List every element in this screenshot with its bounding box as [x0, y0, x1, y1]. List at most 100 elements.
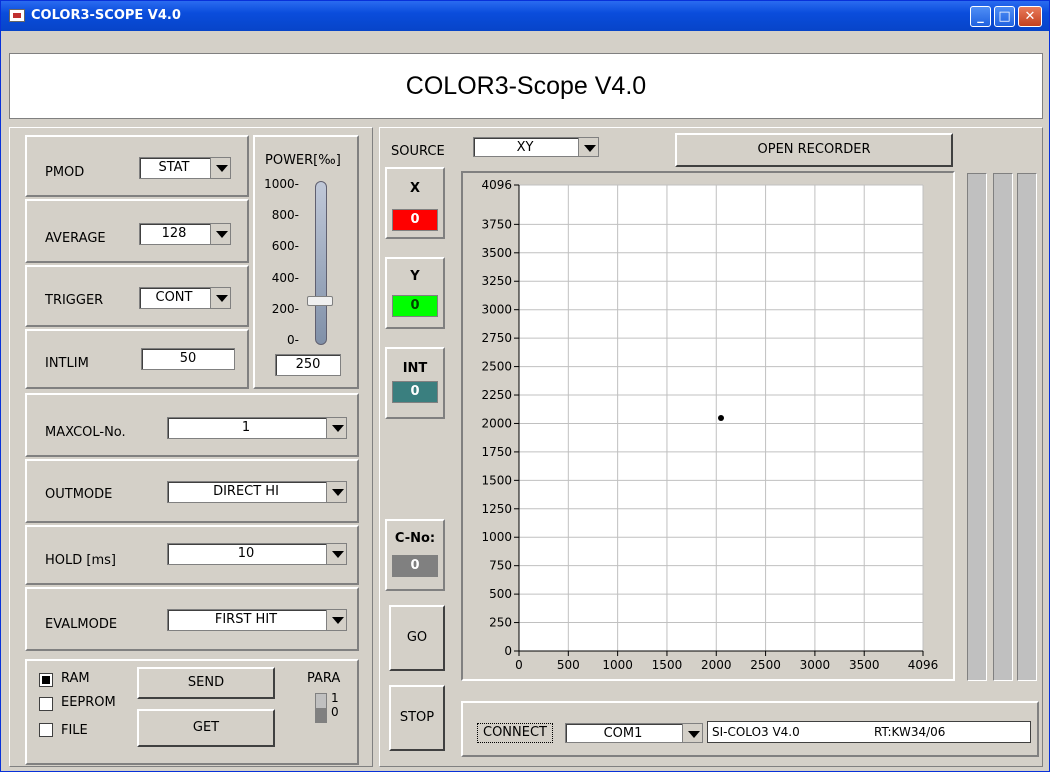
y-tick-label: 1750: [481, 445, 512, 459]
open-recorder-button[interactable]: OPEN RECORDER: [675, 133, 953, 167]
x-tick-label: 1500: [652, 658, 683, 672]
int-value: 0: [392, 381, 438, 403]
y-tick-label: 2500: [481, 360, 512, 374]
chevron-down-icon: [326, 418, 346, 438]
y-tick-label: 1000: [481, 530, 512, 544]
outmode-label: OUTMODE: [45, 487, 113, 502]
para-label: PARA: [307, 671, 341, 686]
status-rt: RT:KW34/06: [874, 725, 946, 739]
x-tick-label: 3500: [849, 658, 880, 672]
y-tick-label: 500: [489, 587, 512, 601]
int-label: INT: [402, 361, 428, 376]
chevron-down-icon: [210, 288, 230, 308]
x-tick-label: 3000: [800, 658, 831, 672]
maxcol-group: MAXCOL-No. 1: [25, 393, 359, 457]
file-label: FILE: [61, 723, 88, 738]
chevron-down-icon: [210, 158, 230, 178]
trigger-select[interactable]: CONT: [139, 287, 231, 309]
y-tick-label: 2000: [481, 416, 512, 430]
title-bar: COLOR3-SCOPE V4.0 _ □ ✕: [1, 1, 1049, 31]
power-tick-label: 600-: [271, 239, 299, 254]
level-bar-1: [967, 173, 987, 681]
ram-label: RAM: [61, 671, 90, 686]
para-switch[interactable]: [315, 693, 327, 723]
status-device: SI-COLO3 V4.0: [712, 725, 800, 739]
x-value: 0: [392, 209, 438, 231]
maximize-button[interactable]: □: [994, 6, 1015, 27]
send-button[interactable]: SEND: [137, 667, 275, 699]
x-tick-label: 4096: [908, 658, 939, 672]
int-readout-group: INT 0: [385, 347, 445, 419]
chevron-down-icon: [682, 724, 702, 742]
y-tick-label: 1500: [481, 473, 512, 487]
intlim-input[interactable]: 50: [141, 348, 235, 370]
ram-radio[interactable]: [39, 673, 53, 687]
y-label: Y: [410, 269, 420, 284]
eeprom-radio[interactable]: [39, 697, 53, 711]
y-tick-label: 3000: [481, 303, 512, 317]
evalmode-group: EVALMODE FIRST HIT: [25, 587, 359, 651]
pmod-select[interactable]: STAT: [139, 157, 231, 179]
eeprom-label: EEPROM: [61, 695, 116, 710]
chevron-down-icon: [578, 138, 598, 156]
hold-label: HOLD [ms]: [45, 553, 116, 568]
trigger-group: TRIGGER CONT: [25, 265, 249, 327]
outmode-select[interactable]: DIRECT HI: [167, 481, 347, 503]
power-value[interactable]: 250: [275, 354, 341, 376]
intlim-group: INTLIM 50: [25, 329, 249, 389]
average-group: AVERAGE 128: [25, 199, 249, 263]
stop-button[interactable]: STOP: [389, 685, 445, 751]
source-label: SOURCE: [391, 144, 445, 159]
average-select[interactable]: 128: [139, 223, 231, 245]
x-tick-label: 1000: [602, 658, 633, 672]
y-tick-label: 3250: [481, 274, 512, 288]
cno-value: 0: [392, 555, 438, 577]
connect-button[interactable]: CONNECT: [477, 723, 553, 743]
y-value: 0: [392, 295, 438, 317]
app-window: COLOR3-SCOPE V4.0 _ □ ✕ COLOR3-Scope V4.…: [0, 0, 1050, 772]
app-icon: [9, 9, 25, 22]
minimize-button[interactable]: _: [970, 6, 991, 27]
close-button[interactable]: ✕: [1018, 6, 1042, 27]
chevron-down-icon: [210, 224, 230, 244]
source-select[interactable]: XY: [473, 137, 599, 157]
connect-group: CONNECT COM1 SI-COLO3 V4.0 RT:KW34/06: [461, 701, 1039, 757]
maxcol-label: MAXCOL-No.: [45, 425, 126, 440]
file-radio[interactable]: [39, 723, 53, 737]
hold-select[interactable]: 10: [167, 543, 347, 565]
para-1-label: 1: [331, 691, 339, 705]
power-tick-label: 0-: [287, 333, 299, 347]
power-slider-track[interactable]: [315, 181, 327, 345]
xy-chart: 0 500 1000 1500 2000 2500 3000 3500 409640963750…: [481, 178, 939, 672]
evalmode-select[interactable]: FIRST HIT: [167, 609, 347, 631]
trigger-label: TRIGGER: [45, 293, 104, 308]
level-bar-3: [1017, 173, 1037, 681]
power-label: POWER[‰]: [265, 153, 341, 168]
get-button[interactable]: GET: [137, 709, 275, 747]
cno-readout-group: C-No: 0: [385, 519, 445, 591]
y-tick-label: 3500: [481, 246, 512, 260]
memory-group: RAM EEPROM FILE SEND GET PARA 1 0: [25, 659, 359, 765]
x-tick-label: 500: [557, 658, 580, 672]
y-tick-label: 4096: [481, 178, 512, 192]
power-tick-label: 800-: [271, 208, 299, 223]
window-title: COLOR3-SCOPE V4.0: [31, 8, 181, 23]
y-readout-group: Y 0: [385, 257, 445, 329]
pmod-group: PMOD STAT: [25, 135, 249, 197]
power-slider-thumb[interactable]: [307, 296, 333, 306]
com-port-select[interactable]: COM1: [565, 723, 703, 743]
x-tick-label: 2000: [701, 658, 732, 672]
chevron-down-icon: [326, 482, 346, 502]
y-tick-label: 3750: [481, 217, 512, 231]
status-field: SI-COLO3 V4.0 RT:KW34/06: [707, 721, 1031, 743]
chevron-down-icon: [326, 610, 346, 630]
power-tick-label: 400-: [271, 270, 299, 285]
power-group: POWER[‰] 250 1000- 800- 600- 400- 200- 0-: [253, 135, 359, 389]
y-tick-label: 1250: [481, 502, 512, 516]
page-title: COLOR3-Scope V4.0: [9, 53, 1043, 119]
x-label: X: [409, 181, 421, 196]
maxcol-select[interactable]: 1: [167, 417, 347, 439]
outmode-group: OUTMODE DIRECT HI: [25, 459, 359, 523]
y-tick-label: 2250: [481, 388, 512, 402]
go-button[interactable]: GO: [389, 605, 445, 671]
